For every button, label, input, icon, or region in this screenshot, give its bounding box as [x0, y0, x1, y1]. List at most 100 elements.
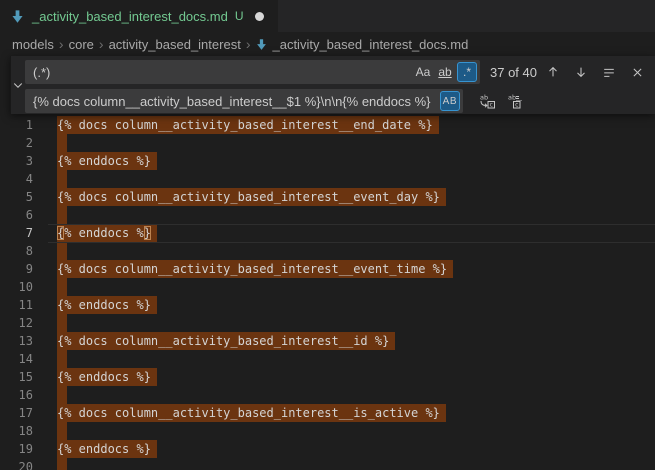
editor-line[interactable]: 6: [0, 206, 655, 224]
editor-line[interactable]: 17{% docs column__activity_based_interes…: [0, 404, 655, 422]
find-match-highlight: {% docs column__activity_based_interest_…: [57, 332, 395, 350]
editor-pane[interactable]: 1{% docs column__activity_based_interest…: [0, 56, 655, 470]
next-match-button[interactable]: [569, 61, 593, 83]
editor-line[interactable]: 2: [0, 134, 655, 152]
find-match-highlight: {% docs column__activity_based_interest_…: [57, 404, 446, 422]
line-content: [57, 206, 67, 224]
match-case-toggle[interactable]: Aa: [413, 62, 433, 82]
line-number: 5: [0, 188, 33, 206]
editor-line[interactable]: 12: [0, 314, 655, 332]
breadcrumb-item-models[interactable]: models: [12, 37, 54, 52]
editor-line[interactable]: 16: [0, 386, 655, 404]
replace-all-button-icon[interactable]: ab c: [503, 90, 527, 112]
find-match-highlight: [57, 206, 67, 224]
line-number: 16: [0, 386, 33, 404]
editor-line[interactable]: 18: [0, 422, 655, 440]
find-match-highlight: [57, 422, 67, 440]
editor-line[interactable]: 19 {% enddocs %}: [0, 440, 655, 458]
find-match-current: {% enddocs %}: [57, 224, 157, 242]
tab-file-name: _activity_based_interest_docs.md: [32, 9, 228, 24]
vscode-window: _activity_based_interest_docs.md U model…: [0, 0, 655, 470]
editor-line[interactable]: 11 {% enddocs %}: [0, 296, 655, 314]
breadcrumb-item-file[interactable]: _activity_based_interest_docs.md: [272, 37, 468, 52]
find-in-selection-icon[interactable]: [597, 61, 621, 83]
line-content: {% docs column__activity_based_interest_…: [57, 188, 446, 206]
find-match-highlight: [57, 278, 67, 296]
find-match-highlight: {% enddocs %}: [57, 368, 157, 386]
line-content: [57, 278, 67, 296]
previous-match-button[interactable]: [541, 61, 565, 83]
line-content: {% enddocs %}: [57, 440, 157, 458]
line-number: 7: [0, 224, 33, 242]
find-match-highlight: [57, 458, 67, 470]
find-match-highlight: [57, 134, 67, 152]
line-number: 11: [0, 296, 33, 314]
svg-text:c: c: [490, 102, 493, 109]
line-content: {% docs column__activity_based_interest_…: [57, 116, 439, 134]
find-widget: (.*) Aa ab .* 37 of 40: [10, 56, 655, 114]
preserve-case-toggle[interactable]: AB: [440, 91, 460, 111]
line-content: [57, 458, 67, 470]
find-row: (.*) Aa ab .* 37 of 40: [25, 60, 655, 84]
svg-text:ab: ab: [480, 94, 488, 102]
find-input-value: (.*): [33, 65, 411, 80]
editor-lines: 1{% docs column__activity_based_interest…: [0, 116, 655, 470]
git-status-badge: U: [235, 9, 244, 23]
chevron-right-icon: ›: [99, 37, 104, 51]
line-number: 18: [0, 422, 33, 440]
line-content: [57, 422, 67, 440]
editor-line[interactable]: 14: [0, 350, 655, 368]
breadcrumb-item-activity-based-interest[interactable]: activity_based_interest: [109, 37, 241, 52]
line-number: 15: [0, 368, 33, 386]
line-content: [57, 386, 67, 404]
line-content: {% enddocs %}: [57, 152, 157, 170]
editor-line[interactable]: 7 {% enddocs %}: [0, 224, 655, 242]
editor-line[interactable]: 13 {% docs column__activity_based_interes…: [0, 332, 655, 350]
editor-line[interactable]: 1{% docs column__activity_based_interest…: [0, 116, 655, 134]
editor-line[interactable]: 20: [0, 458, 655, 470]
line-content: {% enddocs %}: [57, 224, 157, 242]
line-content: [57, 242, 67, 260]
line-content: {% docs column__activity_based_interest_…: [57, 332, 395, 350]
editor-line[interactable]: 3 {% enddocs %}: [0, 152, 655, 170]
editor-line[interactable]: 15 {% enddocs %}: [0, 368, 655, 386]
replace-input-value: {% docs column__activity_based_interest_…: [33, 94, 438, 109]
editor-line[interactable]: 9 {% docs column__activity_based_interest…: [0, 260, 655, 278]
find-match-highlight: {% enddocs %}: [57, 440, 157, 458]
tab-active-file[interactable]: _activity_based_interest_docs.md U: [0, 0, 278, 32]
find-input[interactable]: (.*) Aa ab .*: [25, 60, 480, 84]
regex-toggle[interactable]: .*: [457, 62, 477, 82]
svg-text:c: c: [515, 102, 518, 109]
breadcrumb-item-core[interactable]: core: [69, 37, 94, 52]
find-match-highlight: [57, 386, 67, 404]
editor-line[interactable]: 4: [0, 170, 655, 188]
editor-line[interactable]: 5 {% docs column__activity_based_interest…: [0, 188, 655, 206]
replace-input[interactable]: {% docs column__activity_based_interest_…: [25, 89, 463, 113]
line-number: 14: [0, 350, 33, 368]
markdown-file-icon: [255, 38, 268, 51]
line-content: [57, 314, 67, 332]
modified-dot-icon[interactable]: [255, 12, 264, 21]
line-content: {% docs column__activity_based_interest_…: [57, 404, 446, 422]
chevron-right-icon: ›: [59, 37, 64, 51]
replace-row: {% docs column__activity_based_interest_…: [25, 89, 655, 113]
line-content: {% docs column__activity_based_interest_…: [57, 260, 453, 278]
find-match-highlight: [57, 314, 67, 332]
line-content: {% enddocs %}: [57, 296, 157, 314]
close-icon[interactable]: [625, 61, 649, 83]
whole-word-toggle[interactable]: ab: [435, 62, 455, 82]
line-number: 9: [0, 260, 33, 278]
line-number: 3: [0, 152, 33, 170]
chevron-right-icon: ›: [246, 37, 251, 51]
find-match-highlight: [57, 170, 67, 188]
find-match-highlight: {% enddocs %}: [57, 152, 157, 170]
line-number: 13: [0, 332, 33, 350]
toggle-replace-chevron-icon[interactable]: [11, 56, 25, 114]
line-number: 19: [0, 440, 33, 458]
editor-line[interactable]: 10: [0, 278, 655, 296]
line-number: 10: [0, 278, 33, 296]
line-number: 8: [0, 242, 33, 260]
replace-button-icon[interactable]: ab c: [475, 90, 499, 112]
line-number: 4: [0, 170, 33, 188]
editor-line[interactable]: 8: [0, 242, 655, 260]
